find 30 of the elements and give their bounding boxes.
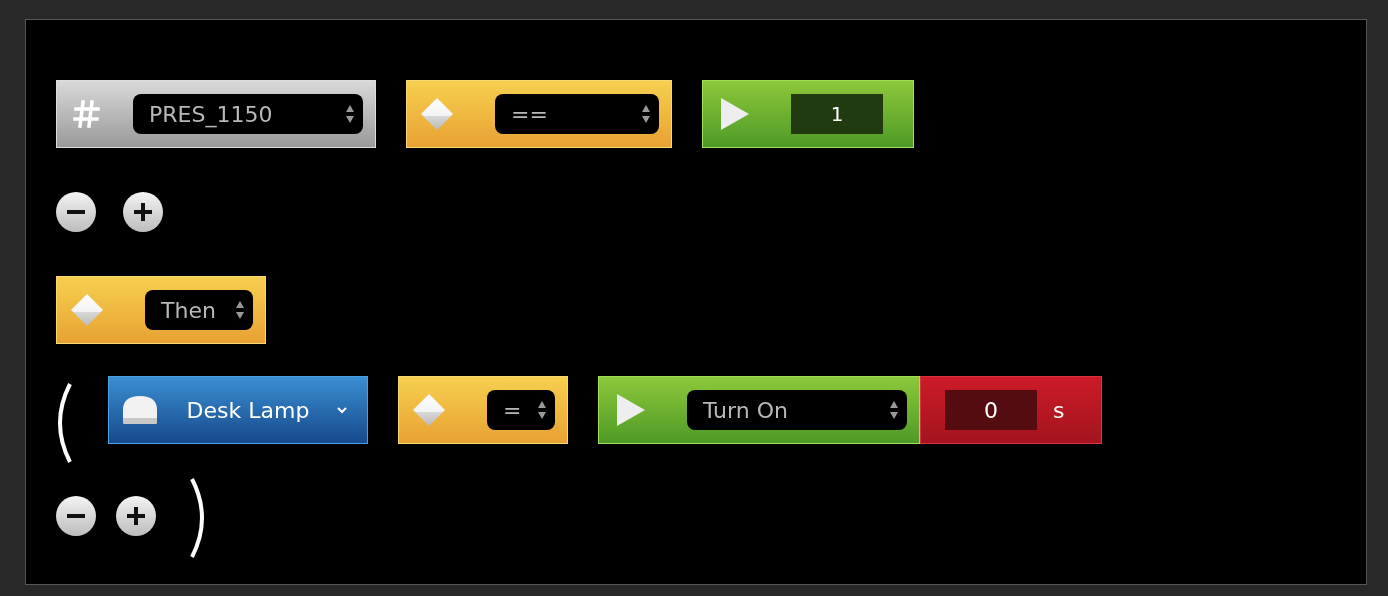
add-button[interactable] [123, 192, 163, 232]
spinner-icon [889, 399, 899, 421]
value-field[interactable]: 1 [791, 94, 883, 134]
delay-field[interactable]: 0 [945, 390, 1037, 430]
diamond-icon [411, 392, 447, 428]
dropdown-select[interactable]: PRES_1150 [133, 94, 363, 134]
device-button[interactable]: Desk Lamp [108, 376, 368, 444]
unit-label: s [1053, 396, 1065, 425]
hash-icon [73, 99, 101, 129]
add-button[interactable] [116, 496, 156, 536]
diamond-icon [69, 292, 105, 328]
plus-icon [127, 507, 145, 525]
dropdown-select[interactable]: Then [145, 290, 253, 330]
remove-button[interactable] [56, 496, 96, 536]
spinner-icon [537, 399, 547, 421]
lamp-icon [121, 394, 159, 426]
dropdown-select[interactable]: == [495, 94, 659, 134]
minus-icon [67, 210, 85, 214]
spinner-icon [235, 299, 245, 321]
play-icon [719, 96, 751, 132]
chevron-icon [337, 406, 347, 414]
plus-icon [134, 203, 152, 221]
play-icon [615, 392, 647, 428]
spinner-icon [345, 103, 355, 125]
dropdown-select[interactable]: Turn On [687, 390, 907, 430]
remove-button[interactable] [56, 192, 96, 232]
dropdown-select[interactable]: = [487, 390, 555, 430]
spinner-icon [641, 103, 651, 125]
minus-icon [67, 514, 85, 518]
diamond-icon [419, 96, 455, 132]
